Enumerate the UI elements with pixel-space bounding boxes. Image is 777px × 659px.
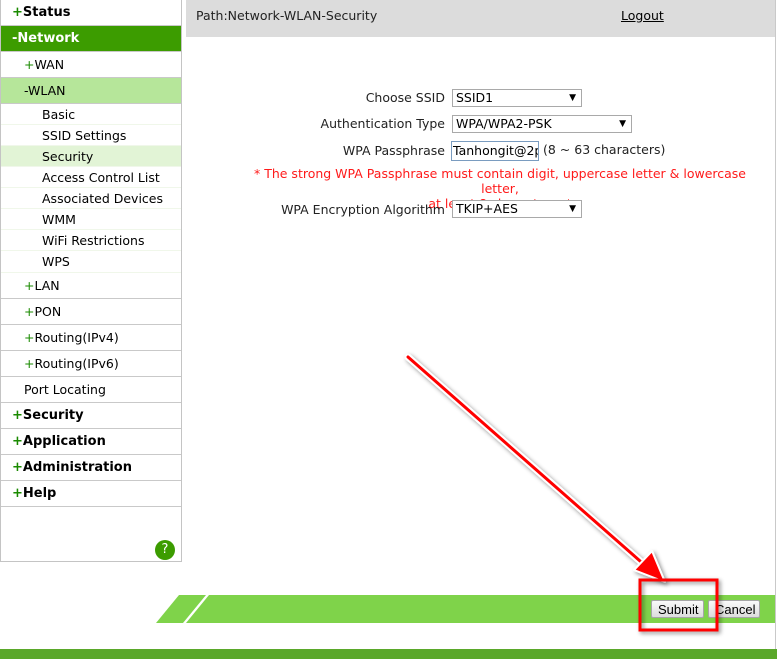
sidebar-item-security[interactable]: +Security <box>1 403 181 429</box>
sidebar-item-wifi-restrictions[interactable]: WiFi Restrictions <box>1 230 181 251</box>
sidebar-item-wps[interactable]: WPS <box>1 251 181 273</box>
sidebar-item-ssid-settings[interactable]: SSID Settings <box>1 125 181 146</box>
authentication-type-value: WPA/WPA2-PSK <box>456 116 552 131</box>
sidebar-item-label: PON <box>34 304 62 319</box>
sidebar-item-wlan[interactable]: -WLAN <box>1 78 181 104</box>
wpa-passphrase-input[interactable]: Tanhongit@2p <box>451 141 539 161</box>
authentication-type-select[interactable]: WPA/WPA2-PSK ▼ <box>452 115 632 133</box>
expand-icon: + <box>24 278 35 293</box>
expand-icon: + <box>12 434 23 449</box>
sidebar-item-label: Routing(IPv6) <box>34 356 119 371</box>
sidebar-item-pon[interactable]: +PON <box>1 299 181 325</box>
sidebar-item-label: WLAN <box>28 83 66 98</box>
sidebar-item-associated-devices[interactable]: Associated Devices <box>1 188 181 209</box>
warning-line-1: * The strong WPA Passphrase must contain… <box>253 166 747 196</box>
path-bar: Path:Network-WLAN-Security Logout <box>186 0 775 37</box>
expand-icon: + <box>24 304 35 319</box>
encryption-algorithm-value: TKIP+AES <box>456 201 518 216</box>
sidebar-item-wan[interactable]: +WAN <box>1 52 181 78</box>
sidebar-item-label: Routing(IPv4) <box>34 330 119 345</box>
encryption-algorithm-label: WPA Encryption Algorithm <box>281 202 445 217</box>
help-icon[interactable]: ? <box>155 540 175 560</box>
bottom-bar <box>0 649 777 659</box>
sidebar-item-access-control-list[interactable]: Access Control List <box>1 167 181 188</box>
sidebar-item-port-locating[interactable]: Port Locating <box>1 377 181 403</box>
wpa-passphrase-label: WPA Passphrase <box>342 143 445 158</box>
sidebar-item-routing-ipv4[interactable]: +Routing(IPv4) <box>1 325 181 351</box>
expand-icon: + <box>12 408 23 423</box>
content-border <box>775 0 776 650</box>
authentication-type-label: Authentication Type <box>320 116 445 131</box>
sidebar-item-wlan-security[interactable]: Security <box>1 146 181 167</box>
sidebar-item-label: Application <box>22 434 106 449</box>
sidebar-item-lan[interactable]: +LAN <box>1 273 181 299</box>
sidebar-item-status[interactable]: +Status <box>1 0 181 26</box>
choose-ssid-select[interactable]: SSID1 ▼ <box>452 89 582 107</box>
passphrase-length-hint: (8 ~ 63 characters) <box>543 142 666 157</box>
sidebar-item-label: Network <box>17 31 80 46</box>
sidebar-item-label: Security <box>22 408 84 423</box>
sidebar-item-basic[interactable]: Basic <box>1 104 181 125</box>
sidebar-item-label: Port Locating <box>24 382 106 397</box>
dropdown-arrow-icon: ▼ <box>569 93 576 103</box>
sidebar-item-network[interactable]: -Network <box>1 26 181 52</box>
expand-icon: + <box>24 330 35 345</box>
dropdown-arrow-icon: ▼ <box>619 119 626 129</box>
choose-ssid-label: Choose SSID <box>365 90 445 105</box>
submit-button[interactable]: Submit <box>651 600 704 618</box>
sidebar-item-label: WAN <box>34 57 65 72</box>
expand-icon: + <box>24 356 35 371</box>
sidebar-item-label: Help <box>22 486 57 501</box>
logout-link[interactable]: Logout <box>621 8 664 23</box>
sidebar-item-label: Status <box>22 5 71 20</box>
sidebar-nav: +Status -Network +WAN -WLAN Basic SSID S… <box>0 0 182 562</box>
sidebar-item-wmm[interactable]: WMM <box>1 209 181 230</box>
dropdown-arrow-icon: ▼ <box>569 204 576 214</box>
sidebar-item-label: LAN <box>34 278 60 293</box>
sidebar-item-routing-ipv6[interactable]: +Routing(IPv6) <box>1 351 181 377</box>
expand-icon: + <box>12 486 23 501</box>
sidebar-item-help[interactable]: +Help <box>1 481 181 507</box>
encryption-algorithm-select[interactable]: TKIP+AES ▼ <box>452 200 582 218</box>
sidebar-item-administration[interactable]: +Administration <box>1 455 181 481</box>
expand-icon: + <box>12 5 23 20</box>
annotation-arrow <box>404 353 666 583</box>
cancel-button[interactable]: Cancel <box>708 600 760 618</box>
sidebar-item-application[interactable]: +Application <box>1 429 181 455</box>
sidebar-item-label: Administration <box>22 460 132 475</box>
breadcrumb: Path:Network-WLAN-Security <box>196 8 378 23</box>
choose-ssid-value: SSID1 <box>456 90 494 105</box>
expand-icon: + <box>12 460 23 475</box>
expand-icon: + <box>24 57 35 72</box>
